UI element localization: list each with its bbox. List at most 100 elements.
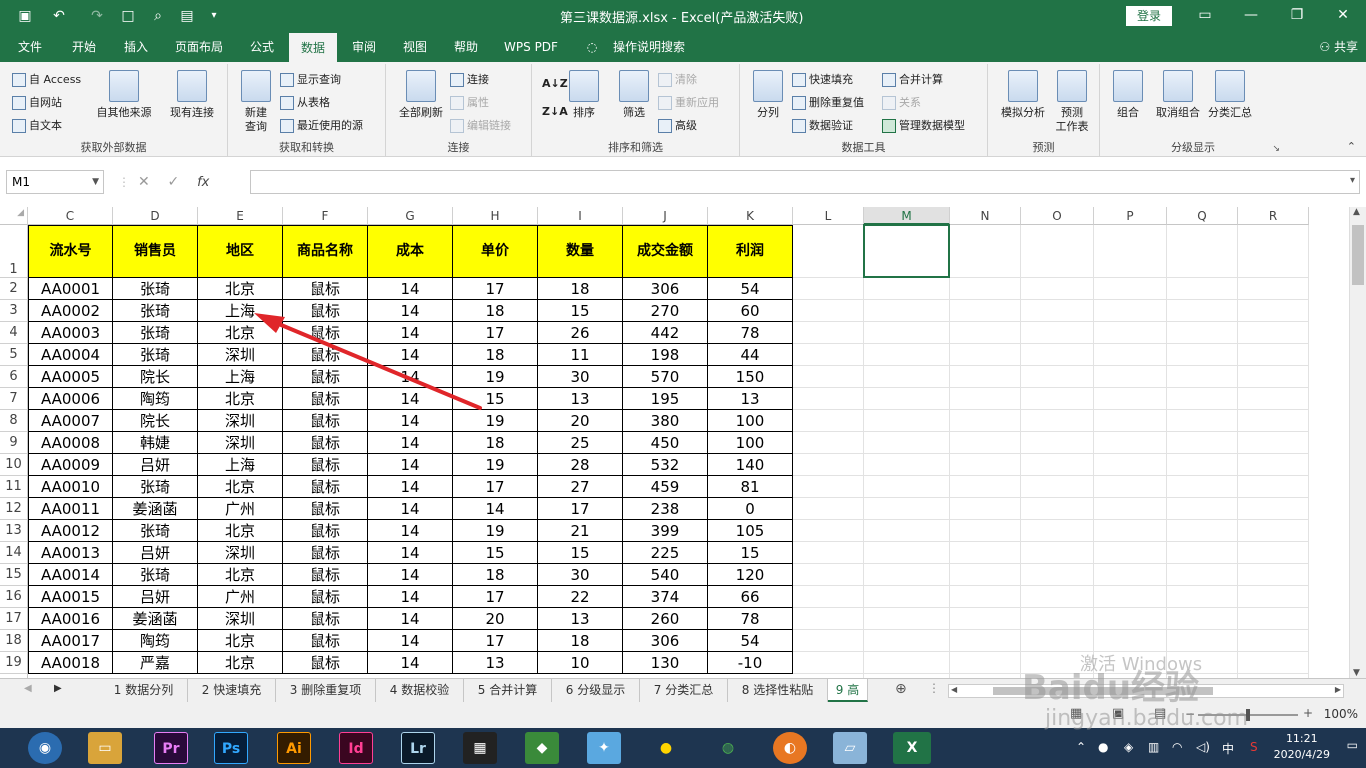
table-cell[interactable]: 374 — [623, 586, 708, 608]
ungroup-button[interactable]: 取消组合 — [1150, 70, 1206, 120]
table-cell[interactable]: AA0017 — [28, 630, 113, 652]
sort-ascending-icon[interactable]: A↓Z — [542, 74, 568, 94]
subtotal-button[interactable]: 分类汇总 — [1204, 70, 1256, 120]
table-cell[interactable]: 北京 — [198, 278, 283, 300]
row-header[interactable]: 13 — [0, 520, 28, 542]
edit-links-button[interactable]: 编辑链接 — [450, 116, 511, 136]
table-cell[interactable]: 26 — [538, 322, 623, 344]
table-cell[interactable]: 459 — [623, 476, 708, 498]
table-cell[interactable]: 27 — [538, 476, 623, 498]
login-button[interactable]: 登录 — [1126, 6, 1172, 26]
table-cell[interactable]: 19 — [453, 520, 538, 542]
table-cell[interactable]: 20 — [538, 410, 623, 432]
text-to-columns-button[interactable]: 分列 — [750, 70, 786, 120]
column-header-c[interactable]: C — [28, 207, 113, 225]
table-cell[interactable]: 44 — [708, 344, 793, 366]
table-cell[interactable]: AA0004 — [28, 344, 113, 366]
table-cell[interactable]: 450 — [623, 432, 708, 454]
table-cell[interactable]: AA0002 — [28, 300, 113, 322]
table-cell[interactable]: AA0008 — [28, 432, 113, 454]
qq-tray-icon[interactable]: ● — [1098, 740, 1108, 754]
what-if-analysis-button[interactable]: 模拟分析 — [994, 70, 1052, 120]
zoom-thumb[interactable] — [1246, 709, 1250, 721]
filter-button[interactable]: 筛选 — [616, 70, 652, 120]
table-cell[interactable]: 14 — [368, 542, 453, 564]
table-cell[interactable]: 鼠标 — [283, 410, 368, 432]
sheet-tab[interactable]: 8 选择性粘贴 — [728, 679, 828, 702]
volume-tray-icon[interactable]: ◁) — [1196, 740, 1210, 754]
column-header-m[interactable]: M — [864, 207, 950, 225]
scroll-down-icon[interactable]: ▼ — [1353, 668, 1360, 678]
table-cell[interactable]: 11 — [538, 344, 623, 366]
table-cell[interactable]: 深圳 — [198, 542, 283, 564]
table-cell[interactable]: 28 — [538, 454, 623, 476]
table-cell[interactable]: 吕妍 — [113, 454, 198, 476]
tab-data[interactable]: 数据 — [289, 32, 337, 62]
table-cell[interactable]: 广州 — [198, 498, 283, 520]
table-cell[interactable]: 14 — [368, 344, 453, 366]
table-cell[interactable]: 姜涵菡 — [113, 608, 198, 630]
browser-icon[interactable]: ◉ — [28, 732, 62, 764]
table-cell[interactable]: 105 — [708, 520, 793, 542]
normal-view-icon[interactable]: ▦ — [1070, 706, 1082, 721]
table-cell[interactable]: 442 — [623, 322, 708, 344]
table-cell[interactable]: AA0009 — [28, 454, 113, 476]
table-cell[interactable]: AA0011 — [28, 498, 113, 520]
table-cell[interactable]: 院长 — [113, 410, 198, 432]
table-cell[interactable]: 上海 — [198, 366, 283, 388]
premiere-icon[interactable]: Pr — [154, 732, 188, 764]
table-cell[interactable]: 15 — [538, 300, 623, 322]
table-cell[interactable]: 北京 — [198, 564, 283, 586]
table-cell[interactable]: 19 — [453, 410, 538, 432]
ribbon-display-icon[interactable]: ▭ — [1182, 0, 1228, 32]
notes-icon[interactable]: ▱ — [833, 732, 867, 764]
table-header-cell[interactable]: 地区 — [198, 225, 283, 278]
table-cell[interactable]: 院长 — [113, 366, 198, 388]
qq-icon[interactable]: ● — [649, 732, 683, 764]
table-cell[interactable]: 14 — [368, 410, 453, 432]
tab-page-layout[interactable]: 页面布局 — [167, 32, 231, 62]
cancel-icon[interactable]: ✕ — [138, 174, 150, 190]
table-cell[interactable]: 鼠标 — [283, 454, 368, 476]
table-cell[interactable]: 17 — [453, 630, 538, 652]
sheet-tab[interactable]: 6 分级显示 — [552, 679, 640, 702]
table-cell[interactable]: 14 — [368, 366, 453, 388]
column-header-l[interactable]: L — [793, 207, 864, 225]
row-header[interactable]: 12 — [0, 498, 28, 520]
table-cell[interactable]: AA0005 — [28, 366, 113, 388]
table-cell[interactable]: 18 — [453, 344, 538, 366]
refresh-all-button[interactable]: 全部刷新 — [392, 70, 450, 120]
redo-icon[interactable]: ↷ — [86, 6, 108, 26]
table-cell[interactable]: 上海 — [198, 454, 283, 476]
sort-button[interactable]: 排序 — [566, 70, 602, 120]
existing-connections-button[interactable]: 现有连接 — [162, 70, 222, 120]
table-cell[interactable]: 陶筠 — [113, 630, 198, 652]
table-cell[interactable]: 严嘉 — [113, 652, 198, 674]
table-cell[interactable]: 14 — [368, 476, 453, 498]
column-header-j[interactable]: J — [623, 207, 708, 225]
table-cell[interactable]: 广州 — [198, 586, 283, 608]
table-cell[interactable]: 13 — [708, 388, 793, 410]
table-cell[interactable]: 19 — [453, 366, 538, 388]
table-cell[interactable]: 22 — [538, 586, 623, 608]
column-header-h[interactable]: H — [453, 207, 538, 225]
row-header[interactable]: 10 — [0, 454, 28, 476]
table-cell[interactable]: 15 — [708, 542, 793, 564]
table-cell[interactable]: 鼠标 — [283, 520, 368, 542]
from-table-button[interactable]: 从表格 — [280, 93, 330, 113]
row-header[interactable]: 15 — [0, 564, 28, 586]
table-cell[interactable]: 225 — [623, 542, 708, 564]
table-cell[interactable]: 130 — [623, 652, 708, 674]
table-cell[interactable]: 13 — [453, 652, 538, 674]
table-cell[interactable]: 深圳 — [198, 344, 283, 366]
row-header[interactable]: 8 — [0, 410, 28, 432]
table-cell[interactable]: 深圳 — [198, 410, 283, 432]
table-cell[interactable]: AA0014 — [28, 564, 113, 586]
app-icon[interactable]: ◆ — [525, 732, 559, 764]
table-cell[interactable]: 78 — [708, 322, 793, 344]
h-scroll-thumb[interactable] — [993, 687, 1213, 695]
table-cell[interactable]: AA0010 — [28, 476, 113, 498]
tab-insert[interactable]: 插入 — [114, 32, 158, 62]
sort-descending-icon[interactable]: Z↓A — [542, 102, 568, 122]
table-cell[interactable]: 15 — [538, 542, 623, 564]
